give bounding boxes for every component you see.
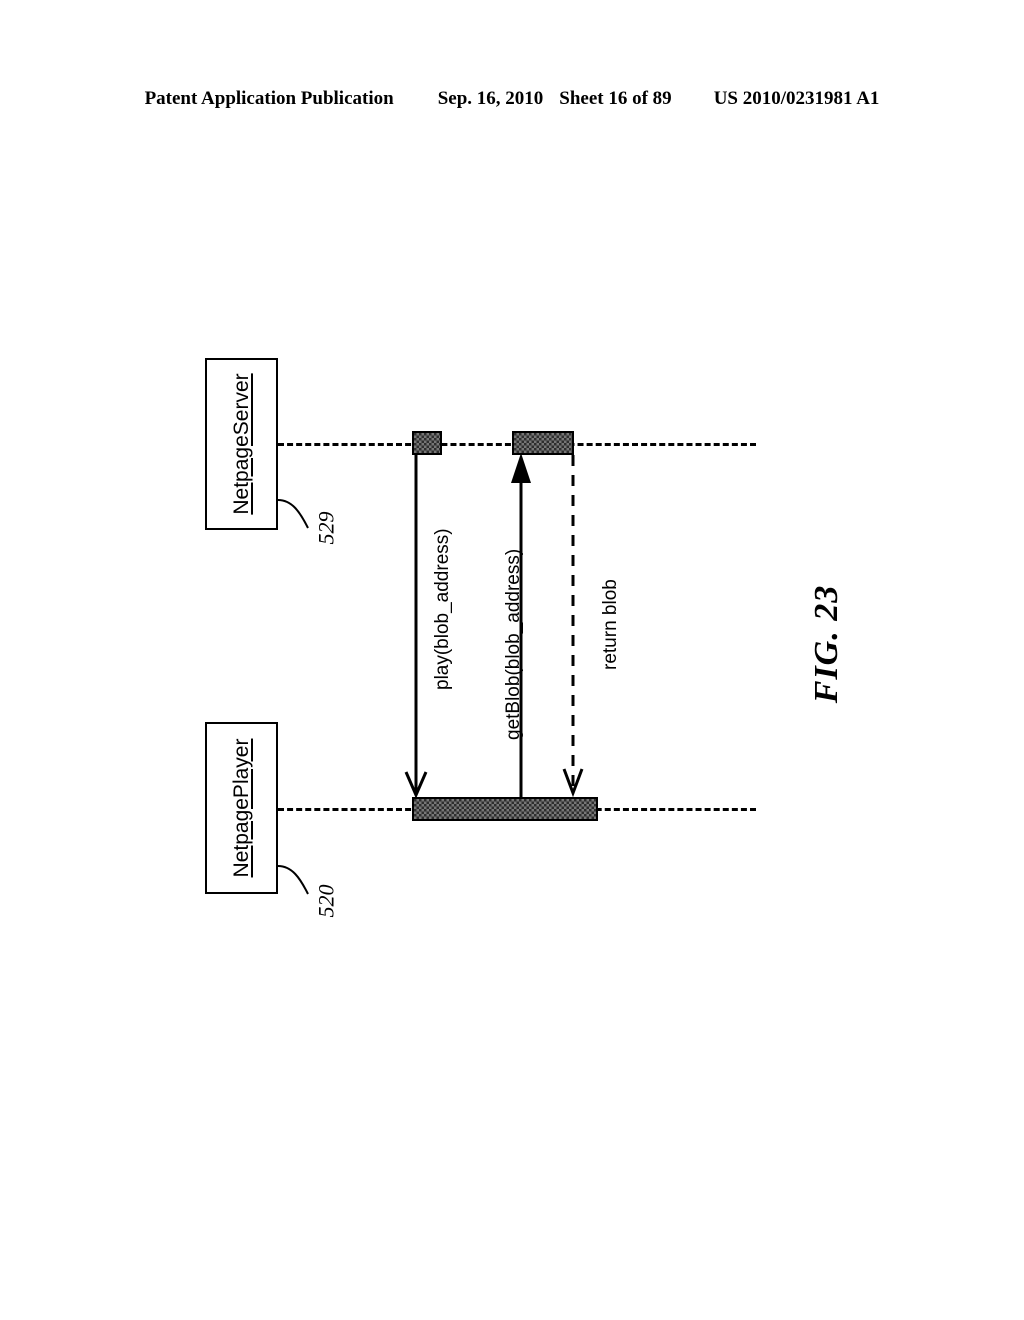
message-label-get-blob: getBlob(blob_address) [503, 548, 524, 740]
activation-bar-server-play [412, 431, 442, 455]
leader-line-520 [277, 865, 309, 895]
leader-line-529 [277, 499, 309, 529]
sequence-diagram: NetpageServer 529 NetpagePlayer 520 play… [0, 0, 1024, 1320]
participant-box-netpage-player: NetpagePlayer [205, 722, 278, 894]
reference-number-520: 520 [313, 884, 339, 918]
participant-label-netpage-server: NetpageServer [229, 373, 253, 515]
activation-bar-server-getblob [512, 431, 574, 455]
message-label-return-blob: return blob [600, 579, 621, 670]
patent-figure-page: Patent Application Publication Sep. 16, 2… [0, 0, 1024, 1320]
participant-box-netpage-server: NetpageServer [205, 358, 278, 530]
message-arrow-play [404, 455, 428, 799]
message-arrow-return-blob [562, 455, 584, 798]
participant-label-netpage-player: NetpagePlayer [229, 738, 253, 878]
activation-bar-player [412, 797, 598, 821]
figure-caption: FIG. 23 [808, 584, 846, 704]
reference-number-529: 529 [313, 511, 339, 545]
message-label-play: play(blob_address) [432, 528, 453, 690]
